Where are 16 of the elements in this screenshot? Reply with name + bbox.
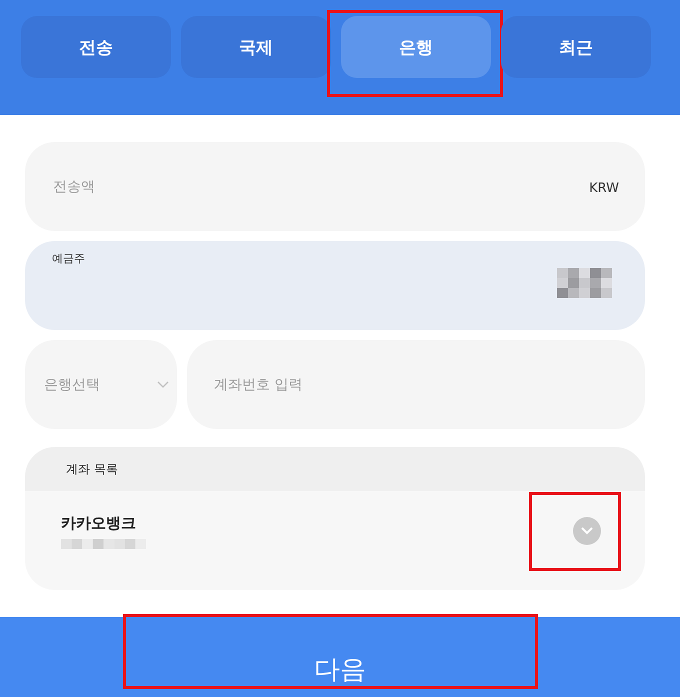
bank-name: 카카오뱅크 (61, 514, 137, 532)
tab[interactable]: 은행 (341, 16, 491, 78)
chevron-down-icon (157, 380, 169, 388)
bank-dropdown[interactable]: 은행선택 (25, 340, 177, 429)
next-button[interactable]: 다음 (0, 617, 680, 697)
placeholder-text: 전송액 (53, 178, 95, 196)
chevron-down-icon (581, 527, 593, 535)
amount-field[interactable]: 전송액 KRW (25, 142, 645, 231)
currency-label: KRW (589, 181, 619, 196)
account-number-field[interactable]: 계좌번호 입력 (187, 340, 645, 429)
tab[interactable]: 국제 (181, 16, 331, 78)
tab[interactable]: 전송 (21, 16, 171, 78)
expand-button[interactable] (573, 517, 601, 545)
list-header: 계좌 목록 (25, 447, 645, 491)
tab[interactable]: 최근 (501, 16, 651, 78)
field-label: 예금주 (52, 251, 85, 267)
